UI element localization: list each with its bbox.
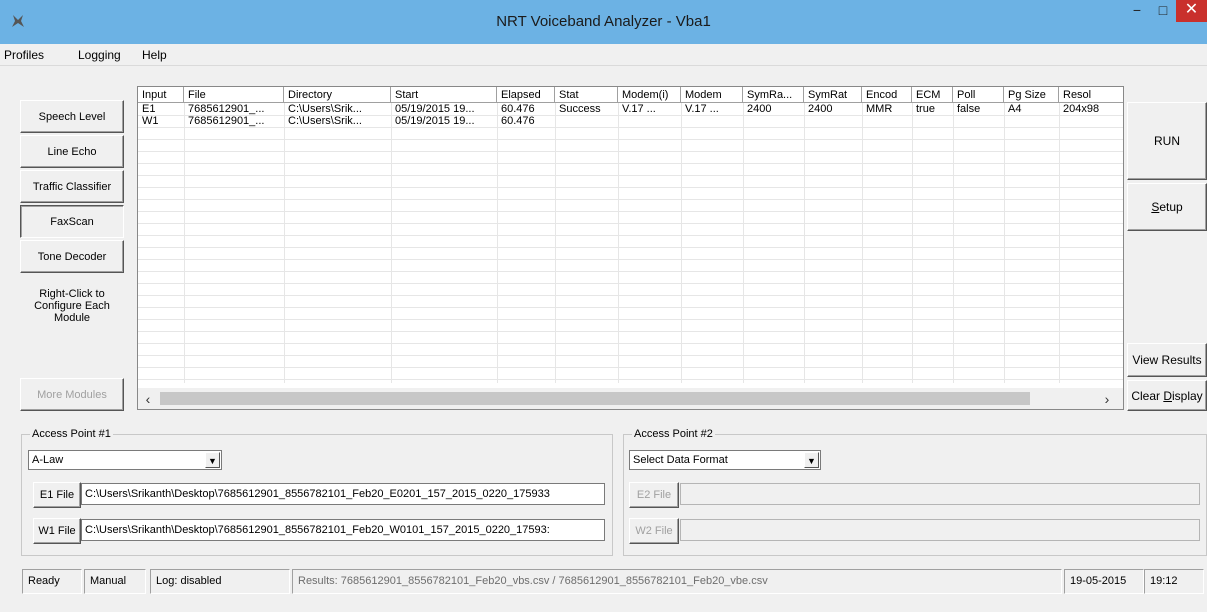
setup-button[interactable]: Setup [1127,183,1207,231]
table-cell: 05/19/2015 19... [395,103,475,115]
column-header[interactable]: Start [391,87,497,103]
column-header[interactable]: SymRa... [743,87,804,103]
column-header[interactable]: Poll [953,87,1004,103]
table-cell [743,115,804,127]
table-cell [912,115,953,127]
menu-profiles[interactable]: Profiles [4,44,44,66]
status-date: 19-05-2015 [1064,569,1144,594]
column-header[interactable]: Directory [284,87,391,103]
tone-decoder-button[interactable]: Tone Decoder [20,240,124,273]
column-header[interactable]: Elapsed [497,87,555,103]
w1-file-button[interactable]: W1 File [33,518,81,544]
table-cell: Success [559,103,601,115]
status-mode: Manual [84,569,146,594]
table-cell: 05/19/2015 19... [395,115,475,127]
table-cell: 60.476 [501,115,535,127]
w1-file-path-field[interactable]: C:\Users\Srikanth\Desktop\7685612901_855… [81,519,605,541]
e2-file-button[interactable]: E2 File [629,482,679,508]
table-cell: true [916,103,935,115]
view-results-button[interactable]: View Results [1127,343,1207,377]
traffic-classifier-button[interactable]: Traffic Classifier [20,170,124,203]
column-header[interactable]: Stat [555,87,618,103]
maximize-button[interactable]: □ [1150,0,1176,22]
table-cell [862,115,912,127]
run-button[interactable]: RUN [1127,102,1207,180]
status-time: 19:12 [1144,569,1204,594]
scrollbar-thumb[interactable] [160,392,1030,405]
column-header[interactable]: Resol [1059,87,1123,103]
status-log: Log: disabled [150,569,290,594]
chevron-down-icon[interactable]: ▼ [205,452,220,468]
w2-file-button[interactable]: W2 File [629,518,679,544]
results-table[interactable]: Input File Directory Start Elapsed Stat Modem(… [137,86,1124,410]
e1-file-button[interactable]: E1 File [33,482,81,508]
table-cell: A4 [1008,103,1022,115]
table-cell [681,115,743,127]
table-cell: 2400 [808,103,833,115]
menu-bar: Profiles Logging Help [0,44,1207,66]
table-cell: 60.476 [501,103,535,115]
table-cell: false [957,103,981,115]
menu-help[interactable]: Help [142,44,167,66]
faxscan-button[interactable]: FaxScan [20,205,124,238]
minimize-button[interactable]: − [1124,0,1150,22]
table-cell: 7685612901_... [188,115,265,127]
access-point-1-label: Access Point #1 [30,428,113,440]
table-cell [953,115,1004,127]
table-cell [618,115,681,127]
e1-file-path-field[interactable]: C:\Users\Srikanth\Desktop\7685612901_855… [81,483,605,505]
window-title: NRT Voiceband Analyzer - Vba1 [496,13,711,30]
close-button[interactable]: ✕ [1176,0,1207,22]
table-cell [1059,115,1123,127]
chevron-down-icon[interactable]: ▼ [804,452,819,468]
scroll-left-icon[interactable]: ‹ [141,392,155,406]
table-cell: 204x98 [1063,103,1100,115]
horizontal-scrollbar[interactable]: ‹ › [138,388,1123,409]
column-header[interactable]: SymRat [804,87,862,103]
table-cell [555,115,618,127]
speech-level-button[interactable]: Speech Level [20,100,124,133]
w2-file-path-field[interactable] [680,519,1200,541]
table-cell: 7685612901_... [188,103,265,115]
more-modules-button[interactable]: More Modules [20,378,124,411]
table-cell: C:\Users\Srik... [288,115,362,127]
column-header[interactable]: Modem [681,87,743,103]
e2-file-path-field[interactable] [680,483,1200,505]
column-header[interactable]: Input [138,87,184,103]
table-cell [804,115,862,127]
column-header[interactable]: Pg Size [1004,87,1059,103]
column-header[interactable]: File [184,87,284,103]
column-header[interactable]: Modem(i) [618,87,681,103]
table-cell: MMR [866,103,893,115]
access-point-1-format-select[interactable]: A-Law ▼ [28,450,222,470]
access-point-2-label: Access Point #2 [632,428,715,440]
access-point-2-format-select[interactable]: Select Data Format ▼ [629,450,821,470]
table-cell: E1 [142,103,156,115]
table-cell: V.17 ... [622,103,656,115]
line-echo-button[interactable]: Line Echo [20,135,124,168]
table-cell: W1 [142,115,159,127]
table-cell [1004,115,1059,127]
status-ready: Ready [22,569,82,594]
clear-display-button[interactable]: Clear Display [1127,380,1207,411]
column-header[interactable]: Encod [862,87,912,103]
table-cell: 2400 [747,103,772,115]
column-header[interactable]: ECM [912,87,953,103]
scroll-right-icon[interactable]: › [1100,392,1114,406]
module-config-note: Right-Click to Configure Each Module [34,288,110,324]
menu-logging[interactable]: Logging [78,44,121,66]
table-cell: V.17 ... [685,103,719,115]
title-bar: NRT Voiceband Analyzer - Vba1 − □ ✕ [0,0,1207,44]
table-cell: C:\Users\Srik... [288,103,362,115]
status-results: Results: 7685612901_8556782101_Feb20_vbs… [292,569,1062,594]
